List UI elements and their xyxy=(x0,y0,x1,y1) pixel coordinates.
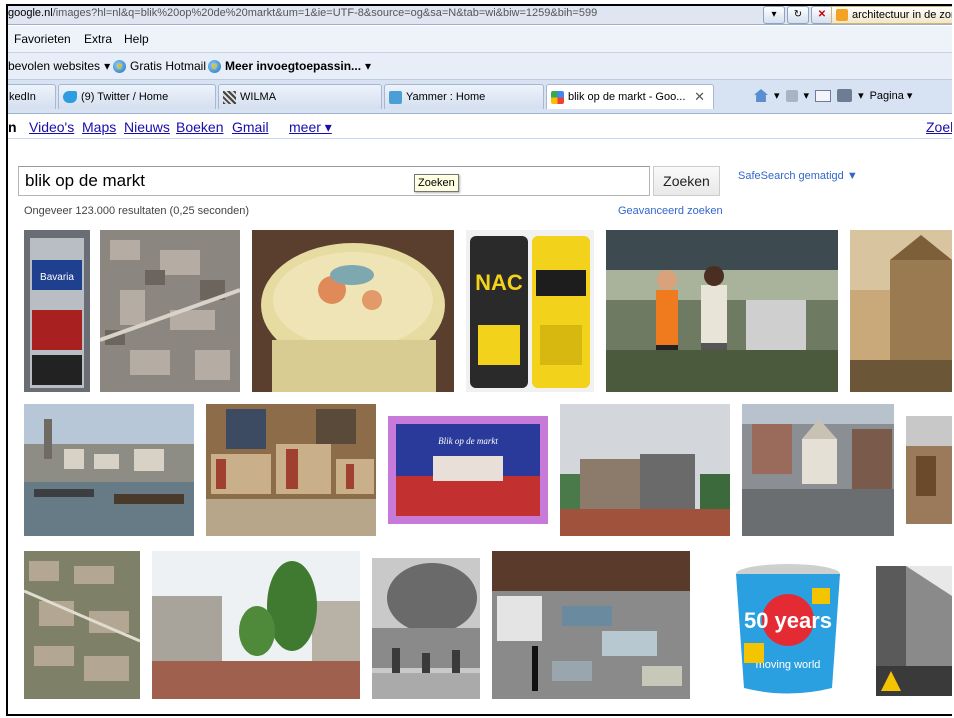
painting-thumbnail[interactable] xyxy=(850,230,952,392)
mail-icon[interactable] xyxy=(815,89,832,102)
menu-bar: Favorieten Extra Help xyxy=(8,26,952,53)
home-icon[interactable] xyxy=(754,89,768,102)
link-gmail[interactable]: Gmail xyxy=(232,119,269,135)
tab-wilma[interactable]: WILMA xyxy=(218,84,382,109)
aerial-town-thumbnail[interactable] xyxy=(24,551,140,699)
favorites-bar: bevolen websites ▾ e Gratis Hotmail e Meer … xyxy=(8,53,952,80)
chevron-down-icon: ▾ xyxy=(104,59,111,73)
menu-extra[interactable]: Extra xyxy=(84,32,112,46)
river-town-thumbnail[interactable] xyxy=(24,404,194,536)
town-hall-aerial-thumbnail[interactable] xyxy=(742,404,894,536)
menu-help[interactable]: Help xyxy=(124,32,149,46)
favorite-link[interactable]: architectuur in de zorg xyxy=(831,6,952,24)
tab-bar: kedIn (9) Twitter / Home WILMA Yammer : … xyxy=(8,80,952,114)
street-trees-thumbnail[interactable] xyxy=(152,551,360,699)
refresh-icon[interactable]: ↻ xyxy=(787,6,809,24)
svg-text:Blik op de markt: Blik op de markt xyxy=(438,436,498,446)
google-icon xyxy=(551,90,564,104)
google-bar-current: n xyxy=(8,119,17,135)
menu-favorieten[interactable]: Favorieten xyxy=(14,32,71,46)
chupa-chups-tin-thumbnail[interactable]: 50 years moving world xyxy=(724,558,852,699)
ie-icon: e xyxy=(208,59,221,73)
chevron-down-icon[interactable]: ▾ xyxy=(858,89,864,102)
advanced-search-link[interactable]: Geavanceerd zoeken xyxy=(618,205,723,217)
link-videos[interactable]: Video's xyxy=(29,119,74,135)
result-stats: Ongeveer 123.000 resultaten (0,25 second… xyxy=(24,205,250,217)
compat-icon[interactable]: ▾ xyxy=(763,6,785,24)
safesearch-dropdown[interactable]: SafeSearch gematigd ▼ xyxy=(738,170,858,182)
link-nieuws[interactable]: Nieuws xyxy=(124,119,170,135)
chevron-down-icon: ▾ xyxy=(365,59,372,73)
nac-cans-thumbnail[interactable]: NAC xyxy=(466,230,594,392)
link-maps[interactable]: Maps xyxy=(82,119,116,135)
tooltip: Zoeken xyxy=(414,174,459,192)
feeds-icon[interactable] xyxy=(785,89,798,102)
book-market-thumbnail[interactable] xyxy=(206,404,376,536)
wilma-icon xyxy=(223,90,236,104)
tab-twitter[interactable]: (9) Twitter / Home xyxy=(58,84,216,109)
chevron-down-icon[interactable]: ▾ xyxy=(804,89,810,102)
ie-icon: e xyxy=(113,59,126,73)
search-box xyxy=(18,166,650,196)
bavaria-can-thumbnail[interactable]: Bavaria xyxy=(24,230,90,392)
favorite-icon xyxy=(836,9,848,21)
old-cars-thumbnail[interactable] xyxy=(492,551,690,699)
yammer-icon xyxy=(389,90,402,104)
svg-text:NAC: NAC xyxy=(475,270,523,295)
tab-google-active[interactable]: blik op de markt - Goo... ✕ xyxy=(546,84,714,109)
google-bar: n Video's Maps Nieuws Boeken Gmail meer … xyxy=(8,114,952,139)
search-button[interactable]: Zoeken xyxy=(653,166,720,196)
addons-link[interactable]: e Meer invoegtoepassin... ▾ xyxy=(208,59,371,73)
edge-photo-thumbnail[interactable] xyxy=(906,416,952,524)
hotmail-link[interactable]: e Gratis Hotmail xyxy=(113,59,206,73)
page-menu[interactable]: Pagina ▾ xyxy=(870,89,913,102)
svg-text:moving world: moving world xyxy=(756,659,821,671)
search-input[interactable] xyxy=(25,171,625,191)
link-meer[interactable]: meer ▾ xyxy=(289,119,332,136)
browser-window: google.nl/images?hl=nl&q=blik%20op%20de%… xyxy=(6,4,952,716)
link-zoek-right[interactable]: Zoel xyxy=(926,119,952,135)
svg-text:50 years: 50 years xyxy=(744,608,832,633)
command-bar: ▾ ▾ ▾ Pagina ▾ xyxy=(754,89,912,102)
suggested-sites[interactable]: bevolen websites ▾ xyxy=(8,59,110,73)
market-people-thumbnail[interactable] xyxy=(606,230,838,392)
postcard-thumbnail[interactable]: Blik op de markt xyxy=(388,416,548,524)
link-boeken[interactable]: Boeken xyxy=(176,119,223,135)
print-icon[interactable] xyxy=(837,89,853,102)
tab-yammer[interactable]: Yammer : Home xyxy=(384,84,544,109)
stop-icon[interactable]: ✕ xyxy=(811,6,833,24)
bw-street-thumbnail[interactable] xyxy=(876,566,952,696)
tin-box-thumbnail[interactable] xyxy=(252,230,454,392)
square-buildings-thumbnail[interactable] xyxy=(560,404,730,536)
chevron-down-icon[interactable]: ▾ xyxy=(774,89,780,102)
svg-text:Bavaria: Bavaria xyxy=(40,272,74,283)
close-tab-icon[interactable]: ✕ xyxy=(694,89,705,105)
address-bar[interactable]: google.nl/images?hl=nl&q=blik%20op%20de%… xyxy=(8,6,952,25)
address-url[interactable]: google.nl/images?hl=nl&q=blik%20op%20de%… xyxy=(8,7,597,19)
address-buttons: ▾ ↻ ✕ xyxy=(763,6,833,24)
bw-market-thumbnail[interactable] xyxy=(372,558,480,699)
twitter-icon xyxy=(63,91,77,103)
tab-linkedin[interactable]: kedIn xyxy=(8,84,56,109)
aerial-city-thumbnail[interactable] xyxy=(100,230,240,392)
